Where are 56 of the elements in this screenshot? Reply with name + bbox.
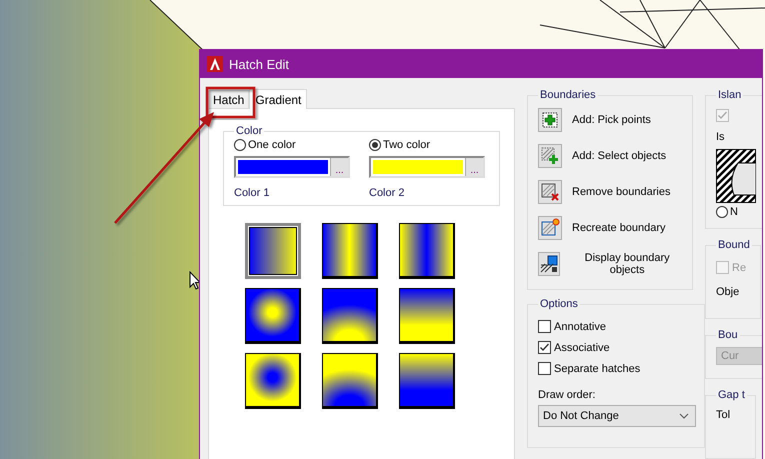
remove-button[interactable] bbox=[538, 180, 562, 204]
group-title: Options bbox=[539, 298, 579, 310]
field-label: Tol bbox=[716, 409, 732, 421]
draw-order-dropdown[interactable]: Do Not Change bbox=[538, 405, 696, 427]
recreate-button[interactable] bbox=[538, 216, 562, 240]
group-title: Bou bbox=[717, 329, 739, 341]
island-preview-icon bbox=[716, 149, 756, 203]
check-icon bbox=[717, 110, 728, 121]
checkbox[interactable]: Annotative bbox=[538, 320, 606, 333]
action-link[interactable]: Add: Pick points bbox=[572, 114, 651, 126]
chevron-down-icon bbox=[679, 413, 689, 419]
gradient-swatch[interactable] bbox=[245, 353, 301, 409]
gradient-swatch[interactable] bbox=[322, 353, 378, 409]
color-field[interactable]: ... bbox=[234, 156, 350, 178]
field-label: Is bbox=[716, 131, 726, 143]
group-title: Gap t bbox=[717, 389, 746, 401]
star-square-icon bbox=[540, 218, 560, 238]
checkbox[interactable]: Associative bbox=[538, 341, 610, 354]
browse-button[interactable]: ... bbox=[465, 158, 483, 176]
gradient-swatch[interactable] bbox=[399, 223, 455, 279]
color-field[interactable]: ... bbox=[369, 156, 485, 178]
window-title: Hatch Edit bbox=[229, 56, 289, 72]
app-logo-icon bbox=[207, 56, 223, 72]
gradient-swatch[interactable] bbox=[245, 288, 301, 344]
highlight-frame bbox=[206, 86, 256, 118]
select-button[interactable] bbox=[538, 144, 562, 168]
remove-icon bbox=[540, 182, 560, 202]
group-title: Color bbox=[235, 125, 264, 137]
gradient-swatch[interactable] bbox=[322, 223, 378, 279]
radio-button[interactable]: Two color bbox=[369, 139, 485, 151]
add-object-icon bbox=[540, 146, 560, 166]
gradient-swatch[interactable] bbox=[245, 223, 301, 279]
color-label: Color 1 bbox=[234, 187, 270, 199]
tab[interactable]: Hatch bbox=[208, 90, 250, 108]
browse-button[interactable]: ... bbox=[330, 158, 348, 176]
display-button[interactable] bbox=[538, 252, 560, 276]
group-title: Islan bbox=[717, 89, 742, 101]
action-link[interactable]: Display boundary objects bbox=[570, 252, 684, 276]
gradient-swatch[interactable] bbox=[399, 353, 455, 409]
action-link[interactable]: Remove boundaries bbox=[572, 186, 670, 198]
display-objects-icon bbox=[539, 254, 560, 274]
group-title: Boundaries bbox=[539, 89, 597, 101]
action-link[interactable]: Recreate boundary bbox=[572, 222, 666, 234]
pick-button[interactable] bbox=[538, 108, 562, 132]
tab[interactable]: Gradient bbox=[249, 89, 308, 109]
checkbox[interactable]: Separate hatches bbox=[538, 362, 640, 375]
field-label: Draw order: bbox=[538, 389, 596, 401]
add-point-icon bbox=[540, 110, 560, 130]
color-label: Color 2 bbox=[369, 187, 406, 199]
action-link[interactable]: Add: Select objects bbox=[572, 150, 666, 162]
radio-button[interactable]: One color bbox=[234, 139, 350, 151]
gradient-swatch[interactable] bbox=[322, 288, 378, 344]
gradient-swatch[interactable] bbox=[399, 288, 455, 344]
field-label: Obje bbox=[716, 286, 740, 298]
check-icon bbox=[539, 342, 550, 353]
group-title: Bound bbox=[717, 239, 751, 251]
